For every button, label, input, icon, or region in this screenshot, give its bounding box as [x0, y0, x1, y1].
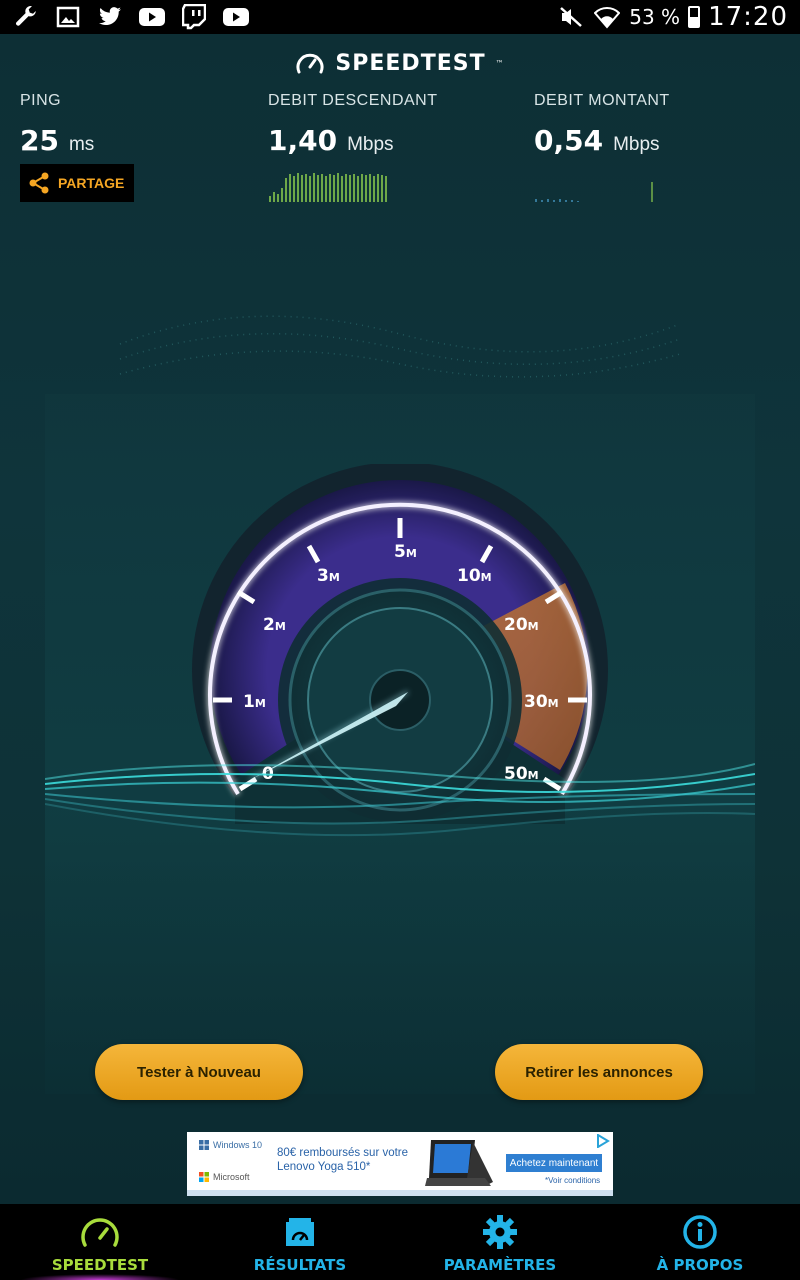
ad-windows-text: Windows 10 [213, 1140, 263, 1150]
ad-conditions[interactable]: *Voir conditions [545, 1176, 600, 1185]
notification-icons [12, 4, 250, 30]
bottom-navigation: SPEEDTEST RÉSULTATS PARAMÈTRES À PROPOS [0, 1204, 800, 1280]
logo-text: SPEEDTEST [335, 50, 486, 76]
microsoft-logo-icon [199, 1172, 209, 1182]
speedometer-icon [81, 1218, 119, 1247]
download-value: 1,40 [268, 124, 338, 157]
windows-logo-icon [199, 1140, 209, 1150]
test-again-button[interactable]: Tester à Nouveau [95, 1044, 303, 1100]
download-label: DEBIT DESCENDANT [268, 92, 438, 109]
ping-value: 25 [20, 124, 59, 157]
results-icon [286, 1218, 314, 1246]
nav-results-label: RÉSULTATS [253, 1256, 347, 1274]
ad-text-line2: Lenovo Yoga 510* [277, 1161, 371, 1173]
trademark: ™ [495, 58, 505, 68]
download-sparkline [269, 173, 387, 202]
battery-percent: 53 % [629, 5, 681, 29]
share-label: PARTAGE [58, 175, 125, 191]
gallery-icon [54, 5, 82, 29]
ad-bottom-bar [187, 1190, 613, 1196]
twitch-icon [180, 4, 208, 30]
upload-label: DEBIT MONTANT [534, 92, 670, 109]
nav-results[interactable]: RÉSULTATS [200, 1204, 400, 1280]
ad-microsoft-brand: Microsoft [199, 1172, 250, 1182]
nav-speedtest[interactable]: SPEEDTEST [0, 1204, 200, 1280]
dotted-wave-decoration [119, 315, 681, 378]
speedtest-logo: SPEEDTEST ™ [0, 50, 800, 76]
download-unit: Mbps [347, 134, 394, 155]
remove-ads-button[interactable]: Retirer les annonces [495, 1044, 703, 1100]
wifi-icon [593, 5, 621, 29]
ping-metric: PING 25 ms [20, 92, 94, 157]
ad-text: 80€ remboursés sur votre Lenovo Yoga 510… [277, 1146, 417, 1174]
mute-icon [557, 5, 585, 29]
status-bar: 53 % 17:20 [0, 0, 800, 34]
battery-icon [688, 6, 701, 28]
download-metric: DEBIT DESCENDANT 1,40 Mbps [268, 92, 438, 157]
nav-about[interactable]: À PROPOS [600, 1204, 800, 1280]
ad-text-line1: 80€ remboursés sur votre [277, 1147, 409, 1159]
nav-speedtest-label: SPEEDTEST [51, 1256, 149, 1274]
nav-about-label: À PROPOS [656, 1256, 744, 1274]
gear-icon [483, 1215, 517, 1249]
clock: 17:20 [708, 2, 788, 32]
upload-sparkline [535, 182, 653, 202]
wrench-icon [12, 5, 40, 29]
ad-windows-brand: Windows 10 [199, 1140, 262, 1150]
share-button[interactable]: PARTAGE [20, 164, 134, 202]
share-icon [29, 172, 49, 194]
system-status: 53 % 17:20 [557, 2, 788, 32]
adchoices-icon[interactable] [596, 1134, 610, 1148]
twitter-icon [96, 5, 124, 29]
wave-decoration [45, 763, 755, 837]
ping-label: PING [20, 92, 62, 109]
nav-settings[interactable]: PARAMÈTRES [400, 1204, 600, 1280]
youtube-icon [222, 5, 250, 29]
upload-unit: Mbps [613, 134, 660, 155]
upload-value: 0,54 [534, 124, 604, 157]
active-indicator [20, 1274, 180, 1280]
ad-banner[interactable]: Windows 10 Microsoft 80€ remboursés sur … [187, 1132, 613, 1196]
info-icon [683, 1215, 717, 1249]
ad-buy-button[interactable]: Achetez maintenant [506, 1154, 602, 1172]
youtube-icon [138, 5, 166, 29]
speedtest-screen: SPEEDTEST ™ PING 25 ms PARTAGE DEBIT DES… [0, 34, 800, 1204]
ad-microsoft-text: Microsoft [213, 1172, 250, 1182]
laptop-image [425, 1140, 493, 1186]
ping-unit: ms [68, 134, 95, 155]
nav-settings-label: PARAMÈTRES [443, 1256, 557, 1274]
upload-metric: DEBIT MONTANT 0,54 Mbps [534, 92, 670, 157]
speedometer-logo-icon [296, 53, 324, 74]
